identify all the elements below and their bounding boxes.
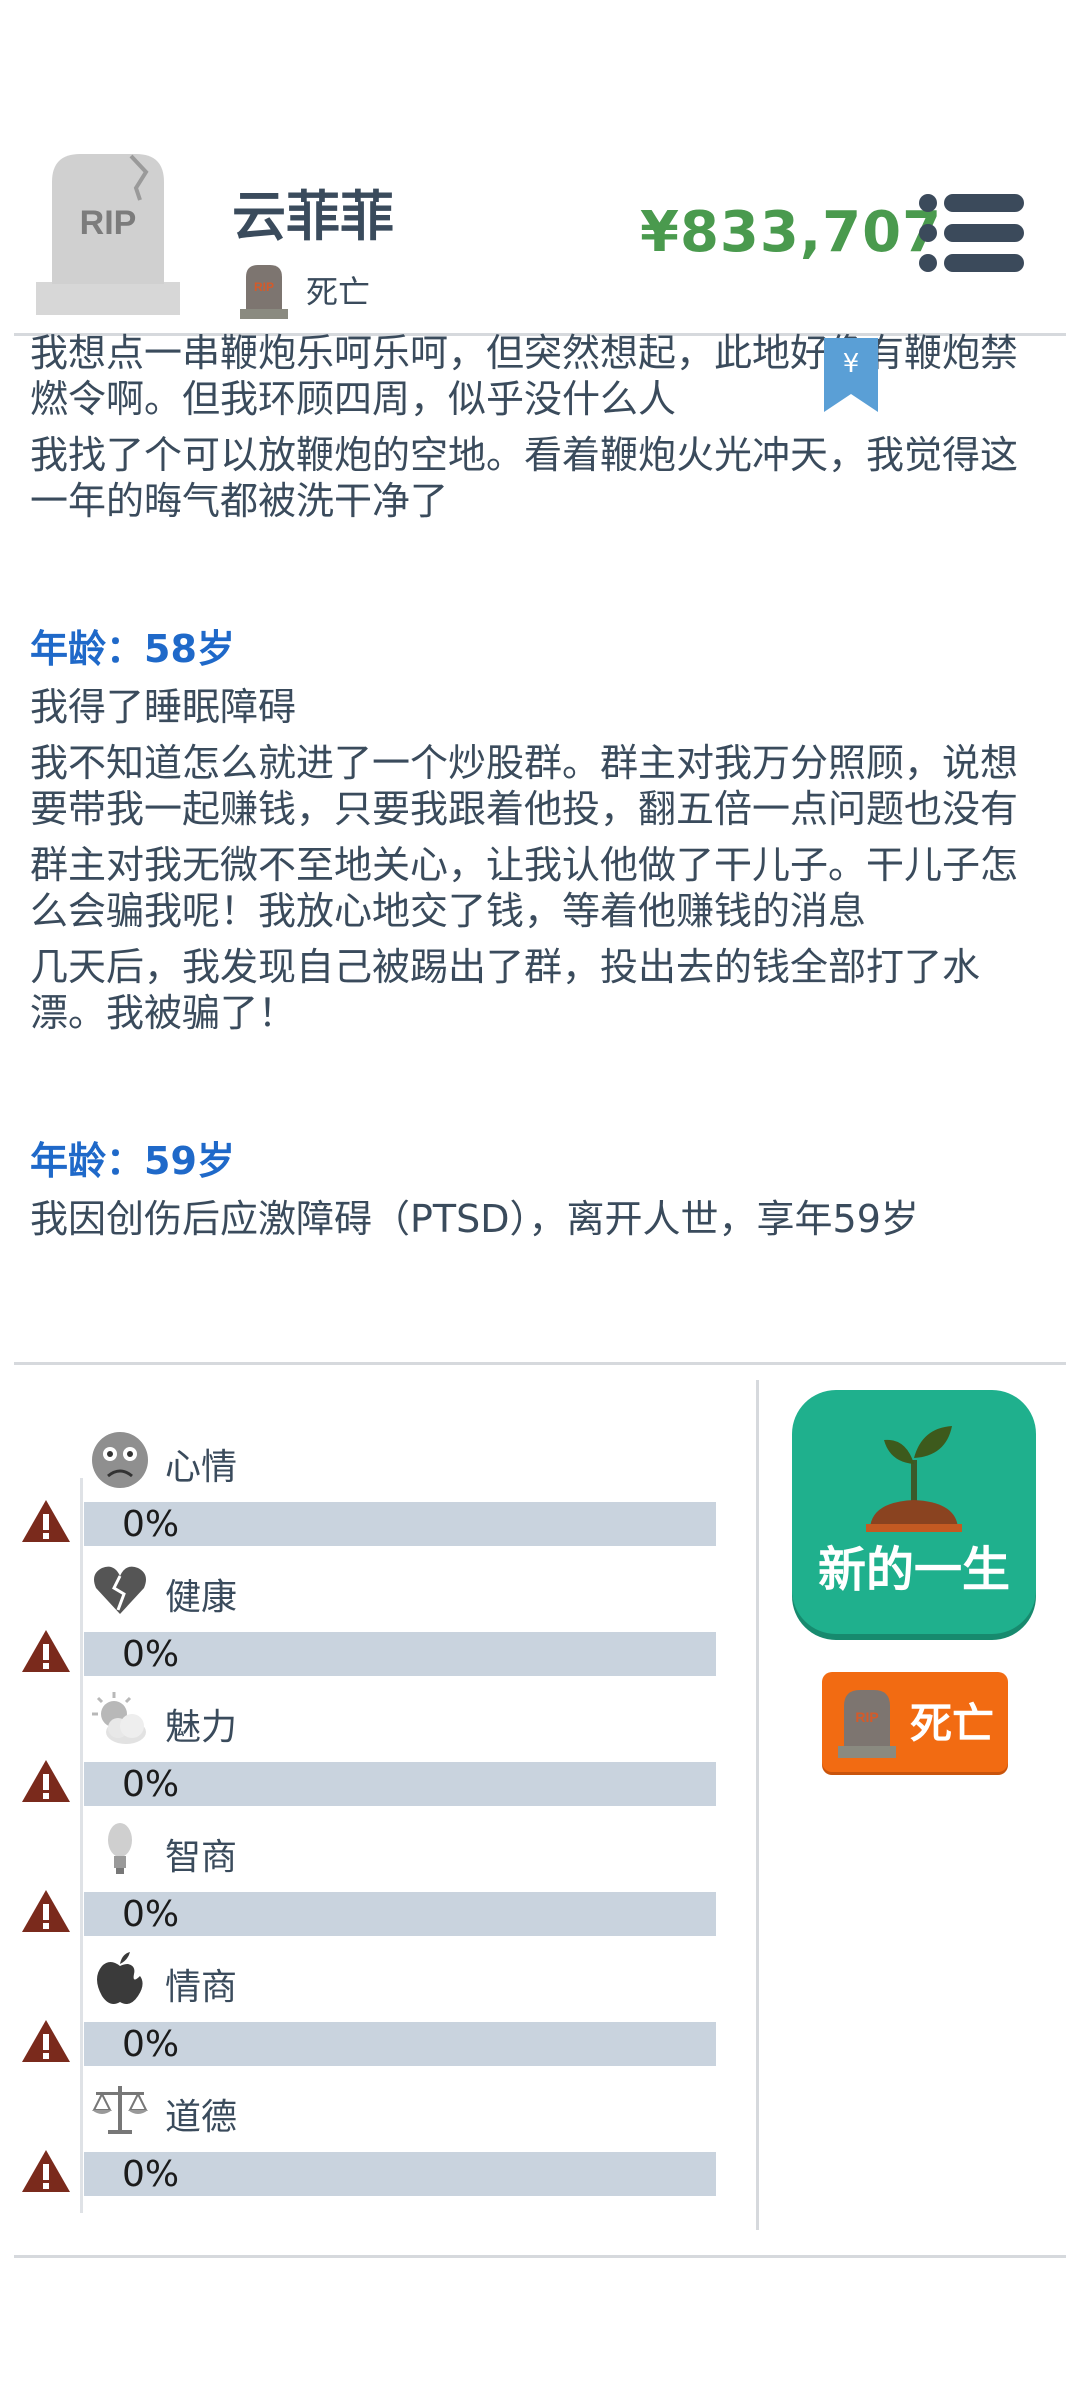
stat-bar: 0% xyxy=(84,1892,716,1936)
age-heading: 年龄：59岁 xyxy=(30,1139,235,1183)
stat-label: 心情 xyxy=(165,1447,238,1488)
stat-charm: 魅力 0% xyxy=(0,1690,740,1820)
warning-icon xyxy=(22,1890,70,1932)
story-text: 几天后，我发现自己被踢出了群，投出去的钱全部打了水漂。我被骗了！ xyxy=(30,945,981,1035)
story-text: 我不知道怎么就进了一个炒股群。群主对我万分照顾，说想要带我一起赚钱，只要我跟着他… xyxy=(30,741,1019,831)
age-heading: 年龄：58岁 xyxy=(30,627,235,671)
stat-label: 魅力 xyxy=(165,1707,238,1748)
tombstone-icon: RIP xyxy=(240,265,288,319)
character-name: 云菲菲 xyxy=(232,185,394,248)
footer-divider xyxy=(14,2255,1066,2258)
stat-label: 智商 xyxy=(165,1837,238,1878)
stat-mood: 心情 0% xyxy=(0,1430,740,1560)
stat-value: 0% xyxy=(122,1504,180,1545)
stat-label: 道德 xyxy=(165,2097,238,2138)
lightbulb-icon xyxy=(108,1823,132,1874)
story-text: 我因创伤后应激障碍（PTSD），离开人世，享年59岁 xyxy=(30,1197,919,1241)
story-text: 我找了个可以放鞭炮的空地。看着鞭炮火光冲天，我觉得这一年的晦气都被洗干净了 xyxy=(30,433,1019,523)
svg-text:RIP: RIP xyxy=(855,1709,878,1725)
stat-label: 健康 xyxy=(165,1577,238,1618)
tombstone-icon: RIP xyxy=(838,1690,896,1758)
warning-icon xyxy=(22,2150,70,2192)
svg-text:¥: ¥ xyxy=(843,349,860,379)
scales-icon xyxy=(92,2086,148,2134)
header: RIP 云菲菲 RIP 死亡 ¥833,707 xyxy=(0,0,1080,335)
money-balance: ¥833,707 xyxy=(640,200,943,265)
stat-value: 0% xyxy=(122,2024,180,2065)
panel-divider xyxy=(756,1380,759,2230)
stat-morality: 道德 0% xyxy=(0,2080,740,2210)
sun-cloud-icon xyxy=(92,1692,146,1744)
status-text: 死亡 xyxy=(306,273,371,311)
stat-bar: 0% xyxy=(84,1632,716,1676)
stat-bar: 0% xyxy=(84,2022,716,2066)
stat-value: 0% xyxy=(122,1764,180,1805)
section-divider xyxy=(14,1362,1066,1365)
svg-text:RIP: RIP xyxy=(254,280,274,294)
warning-icon xyxy=(22,2020,70,2062)
sad-face-icon xyxy=(92,1432,148,1488)
life-story: 我想点一串鞭炮乐呵乐呵，但突然想起，此地好像有鞭炮禁燃令啊。但我环顾四周，似乎没… xyxy=(30,330,1050,1252)
stat-bar: 0% xyxy=(84,2152,716,2196)
stat-bar: 0% xyxy=(84,1762,716,1806)
broken-heart-icon xyxy=(94,1566,146,1614)
stat-iq: 智商 0% xyxy=(0,1820,740,1950)
new-life-label: 新的一生 xyxy=(817,1542,1010,1598)
stat-value: 0% xyxy=(122,2154,180,2195)
new-life-button[interactable]: 新的一生 xyxy=(792,1390,1036,1634)
svg-text:RIP: RIP xyxy=(80,204,137,242)
stat-eq: 情商 0% xyxy=(0,1950,740,2080)
stat-health: 健康 0% xyxy=(0,1560,740,1690)
bookmark-icon[interactable]: ¥ xyxy=(824,338,878,412)
story-text: 我得了睡眠障碍 xyxy=(30,685,297,729)
status-row: RIP 死亡 xyxy=(238,260,370,320)
stat-bar: 0% xyxy=(84,1502,716,1546)
death-button[interactable]: RIP 死亡 xyxy=(822,1672,1008,1772)
tombstone-icon: RIP xyxy=(36,154,180,315)
warning-icon xyxy=(22,1630,70,1672)
sprout-icon xyxy=(866,1426,962,1532)
stat-value: 0% xyxy=(122,1634,180,1675)
story-text: 我想点一串鞭炮乐呵乐呵，但突然想起，此地好像有鞭炮禁燃令啊。但我环顾四周，似乎没… xyxy=(30,331,1019,421)
apple-icon xyxy=(97,1952,143,2004)
warning-icon xyxy=(22,1760,70,1802)
story-text: 群主对我无微不至地关心，让我认他做了干儿子。干儿子怎么会骗我呢！我放心地交了钱，… xyxy=(30,843,1019,933)
menu-icon[interactable] xyxy=(918,192,1026,274)
stat-label: 情商 xyxy=(165,1967,238,2008)
stat-value: 0% xyxy=(122,1894,180,1935)
death-label: 死亡 xyxy=(910,1699,995,1748)
warning-icon xyxy=(22,1500,70,1542)
